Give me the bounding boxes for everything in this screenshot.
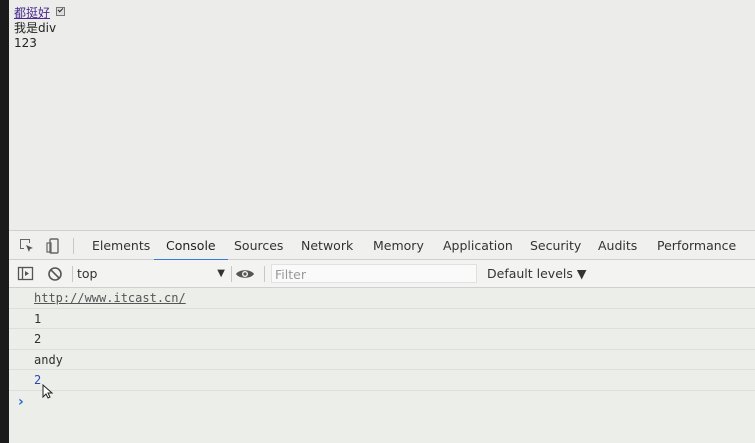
tab-console[interactable]: Console bbox=[154, 231, 228, 261]
mouse-cursor-icon bbox=[42, 384, 54, 399]
console-message: http://www.itcast.cn/ bbox=[9, 288, 755, 309]
console-message: 2 bbox=[9, 329, 755, 350]
tab-performance[interactable]: Performance bbox=[657, 231, 736, 260]
devtools-panel: Elements Console Sources Network Memory … bbox=[9, 230, 755, 443]
chevron-down-icon: ▼ bbox=[217, 268, 225, 279]
page-viewport: 都挺好 我是div 123 bbox=[9, 0, 755, 230]
context-select[interactable]: top ▼ bbox=[77, 265, 225, 283]
console-toolbar: top ▼ Filter Default levels ▼ bbox=[9, 260, 755, 288]
filter-input[interactable]: Filter bbox=[271, 264, 477, 283]
page-link[interactable]: 都挺好 bbox=[14, 6, 50, 20]
console-value: 2 bbox=[34, 332, 42, 346]
toolbar-separator bbox=[72, 266, 73, 282]
toolbar-separator bbox=[264, 266, 265, 282]
inspect-element-icon[interactable] bbox=[18, 237, 36, 255]
tab-network[interactable]: Network bbox=[301, 231, 353, 260]
console-message: 1 bbox=[9, 309, 755, 329]
eye-icon[interactable] bbox=[235, 265, 254, 283]
context-value: top bbox=[77, 266, 98, 281]
console-value: andy bbox=[34, 352, 63, 367]
tab-audits[interactable]: Audits bbox=[598, 231, 637, 260]
console-link[interactable]: http://www.itcast.cn/ bbox=[34, 291, 186, 305]
tab-memory[interactable]: Memory bbox=[373, 231, 424, 260]
console-message: andy bbox=[9, 350, 755, 370]
link-row: 都挺好 bbox=[14, 6, 66, 20]
checkbox[interactable] bbox=[56, 7, 66, 16]
console-prompt[interactable]: › bbox=[9, 391, 755, 411]
clear-console-icon[interactable] bbox=[46, 265, 64, 283]
devtools-tabbar: Elements Console Sources Network Memory … bbox=[9, 230, 755, 261]
page-number: 123 bbox=[14, 36, 37, 50]
tabbar-separator bbox=[73, 238, 74, 254]
tab-application[interactable]: Application bbox=[443, 231, 513, 260]
device-toolbar-icon[interactable] bbox=[45, 237, 63, 255]
default-levels-dropdown[interactable]: Default levels ▼ bbox=[487, 265, 586, 283]
console-message: 2 bbox=[9, 370, 755, 391]
console-value: 1 bbox=[34, 311, 42, 326]
console-output: http://www.itcast.cn/ 1 2 andy 2 › bbox=[9, 288, 755, 411]
tab-elements[interactable]: Elements bbox=[92, 231, 150, 260]
page-div: 我是div bbox=[14, 21, 57, 35]
tab-security[interactable]: Security bbox=[530, 231, 581, 260]
toolbar-separator bbox=[231, 266, 232, 282]
console-result-value: 2 bbox=[34, 373, 42, 387]
tab-sources[interactable]: Sources bbox=[234, 231, 283, 260]
window-left-edge bbox=[0, 0, 9, 443]
show-sidebar-icon[interactable] bbox=[17, 265, 35, 283]
